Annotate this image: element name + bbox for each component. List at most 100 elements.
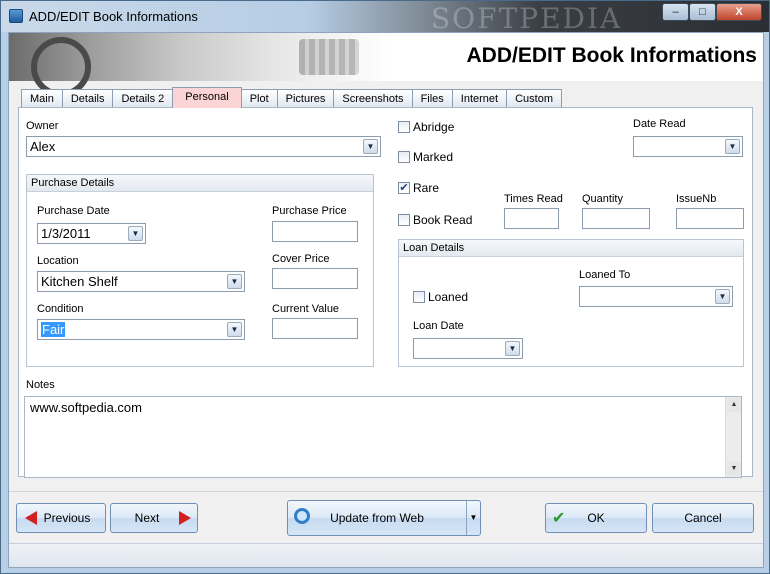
ok-button[interactable]: ✔ OK bbox=[545, 503, 647, 533]
cancel-button[interactable]: Cancel bbox=[652, 503, 754, 533]
scroll-down-icon[interactable]: ▼ bbox=[727, 462, 741, 476]
cover-price-field[interactable] bbox=[272, 268, 358, 289]
purchase-date-picker[interactable]: 1/3/2011 ▼ bbox=[37, 223, 146, 244]
current-value-field[interactable] bbox=[272, 318, 358, 339]
loaned-to-combo[interactable]: ▼ bbox=[579, 286, 733, 307]
chevron-down-icon[interactable]: ▼ bbox=[227, 322, 242, 337]
tab-personal[interactable]: Personal bbox=[172, 87, 242, 108]
location-value: Kitchen Shelf bbox=[41, 274, 118, 289]
tab-details[interactable]: Details bbox=[61, 89, 114, 108]
notes-scrollbar[interactable]: ▲ ▼ bbox=[725, 397, 741, 477]
close-button[interactable]: X bbox=[716, 3, 762, 21]
purchase-details-header: Purchase Details bbox=[27, 175, 373, 192]
window-title: ADD/EDIT Book Informations bbox=[29, 9, 198, 24]
checkbox-box[interactable] bbox=[413, 291, 425, 303]
maximize-button[interactable]: □ bbox=[689, 3, 716, 21]
owner-value: Alex bbox=[30, 139, 56, 154]
tab-strip: Main Details Details 2 Personal Plot Pic… bbox=[21, 87, 563, 108]
purchase-date-value: 1/3/2011 bbox=[41, 226, 91, 241]
book-read-checkbox[interactable]: Book Read bbox=[398, 213, 472, 227]
client-area: ADD/EDIT Book Informations Main Details … bbox=[8, 32, 764, 568]
book-read-label: Book Read bbox=[413, 213, 473, 227]
date-read-label: Date Read bbox=[633, 118, 686, 130]
checkbox-box[interactable] bbox=[398, 214, 410, 226]
checkmark-icon: ✔ bbox=[552, 510, 566, 527]
update-label: Update from Web bbox=[330, 511, 424, 525]
next-button[interactable]: Next bbox=[110, 503, 198, 533]
chevron-down-icon[interactable]: ▼ bbox=[505, 341, 520, 356]
cover-price-label: Cover Price bbox=[272, 253, 330, 265]
condition-combo[interactable]: Fair ▼ bbox=[37, 319, 245, 340]
marked-label: Marked bbox=[413, 150, 454, 164]
date-read-picker[interactable]: ▼ bbox=[633, 136, 743, 157]
checkbox-box[interactable] bbox=[398, 151, 410, 163]
times-read-label: Times Read bbox=[504, 193, 563, 205]
location-label: Location bbox=[37, 255, 79, 267]
previous-label: Previous bbox=[43, 511, 91, 525]
tab-screenshots[interactable]: Screenshots bbox=[333, 89, 413, 108]
status-bar bbox=[9, 543, 763, 567]
condition-label: Condition bbox=[37, 303, 84, 315]
current-value-label: Current Value bbox=[272, 303, 340, 315]
tab-details-2[interactable]: Details 2 bbox=[112, 89, 174, 108]
search-icon bbox=[294, 508, 310, 524]
film-banner-image bbox=[9, 33, 389, 97]
chevron-down-icon[interactable]: ▼ bbox=[128, 226, 143, 241]
scroll-up-icon[interactable]: ▲ bbox=[727, 398, 741, 412]
notes-textarea[interactable]: www.softpedia.com ▲ ▼ bbox=[24, 396, 742, 478]
notes-text: www.softpedia.com bbox=[30, 400, 142, 415]
marked-checkbox[interactable]: Marked bbox=[398, 150, 453, 164]
arrow-left-icon bbox=[25, 511, 37, 525]
purchase-price-field[interactable] bbox=[272, 221, 358, 242]
owner-combo[interactable]: Alex ▼ bbox=[26, 136, 381, 157]
loan-date-label: Loan Date bbox=[413, 320, 464, 332]
purchase-date-label: Purchase Date bbox=[37, 205, 110, 217]
checkbox-box[interactable] bbox=[398, 121, 410, 133]
location-combo[interactable]: Kitchen Shelf ▼ bbox=[37, 271, 245, 292]
loaned-to-label: Loaned To bbox=[579, 269, 631, 281]
tab-pictures[interactable]: Pictures bbox=[276, 89, 335, 108]
issue-nb-label: IssueNb bbox=[676, 193, 717, 205]
minimize-button[interactable]: – bbox=[662, 3, 689, 21]
issue-nb-field[interactable] bbox=[676, 208, 744, 229]
tab-plot[interactable]: Plot bbox=[240, 89, 278, 108]
check-icon[interactable]: ✔ bbox=[398, 182, 410, 194]
loan-date-picker[interactable]: ▼ bbox=[413, 338, 523, 359]
ok-label: OK bbox=[587, 511, 605, 525]
title-bar[interactable]: ADD/EDIT Book Informations SOFTPEDIA – □… bbox=[1, 1, 769, 35]
update-from-web-button[interactable]: Update from Web ▼ bbox=[287, 500, 481, 536]
purchase-details-group: Purchase Details Purchase Date 1/3/2011 … bbox=[26, 174, 374, 367]
loan-details-group: Loan Details Loaned Loaned To ▼ Loan Dat… bbox=[398, 239, 744, 367]
quantity-label: Quantity bbox=[582, 193, 623, 205]
owner-label: Owner bbox=[26, 120, 59, 132]
tab-custom[interactable]: Custom bbox=[506, 89, 563, 108]
app-window: ADD/EDIT Book Informations SOFTPEDIA – □… bbox=[0, 0, 770, 574]
chevron-down-icon[interactable]: ▼ bbox=[363, 139, 378, 154]
rare-checkbox[interactable]: ✔ Rare bbox=[398, 181, 439, 195]
chevron-down-icon[interactable]: ▼ bbox=[466, 501, 480, 535]
condition-value: Fair bbox=[41, 322, 66, 337]
button-bar: Previous Next Update from Web ▼ ✔ OK Can… bbox=[9, 491, 763, 541]
tab-files[interactable]: Files bbox=[411, 89, 453, 108]
chevron-down-icon[interactable]: ▼ bbox=[725, 139, 740, 154]
quantity-field[interactable] bbox=[582, 208, 650, 229]
loan-details-header: Loan Details bbox=[399, 240, 743, 257]
purchase-price-label: Purchase Price bbox=[272, 205, 347, 217]
chevron-down-icon[interactable]: ▼ bbox=[227, 274, 242, 289]
abridge-label: Abridge bbox=[413, 120, 455, 134]
arrow-right-icon bbox=[179, 511, 191, 525]
cancel-label: Cancel bbox=[684, 511, 722, 525]
loaned-checkbox[interactable]: Loaned bbox=[413, 290, 468, 304]
tab-main[interactable]: Main bbox=[21, 89, 63, 108]
app-icon bbox=[9, 9, 23, 23]
chevron-down-icon[interactable]: ▼ bbox=[715, 289, 730, 304]
next-label: Next bbox=[134, 511, 160, 525]
watermark: SOFTPEDIA bbox=[431, 2, 623, 35]
previous-button[interactable]: Previous bbox=[16, 503, 106, 533]
tab-internet[interactable]: Internet bbox=[451, 89, 508, 108]
header-banner: ADD/EDIT Book Informations bbox=[9, 33, 763, 97]
times-read-field[interactable] bbox=[504, 208, 559, 229]
loaned-label: Loaned bbox=[428, 290, 469, 304]
rare-label: Rare bbox=[413, 181, 440, 195]
abridge-checkbox[interactable]: Abridge bbox=[398, 120, 454, 134]
